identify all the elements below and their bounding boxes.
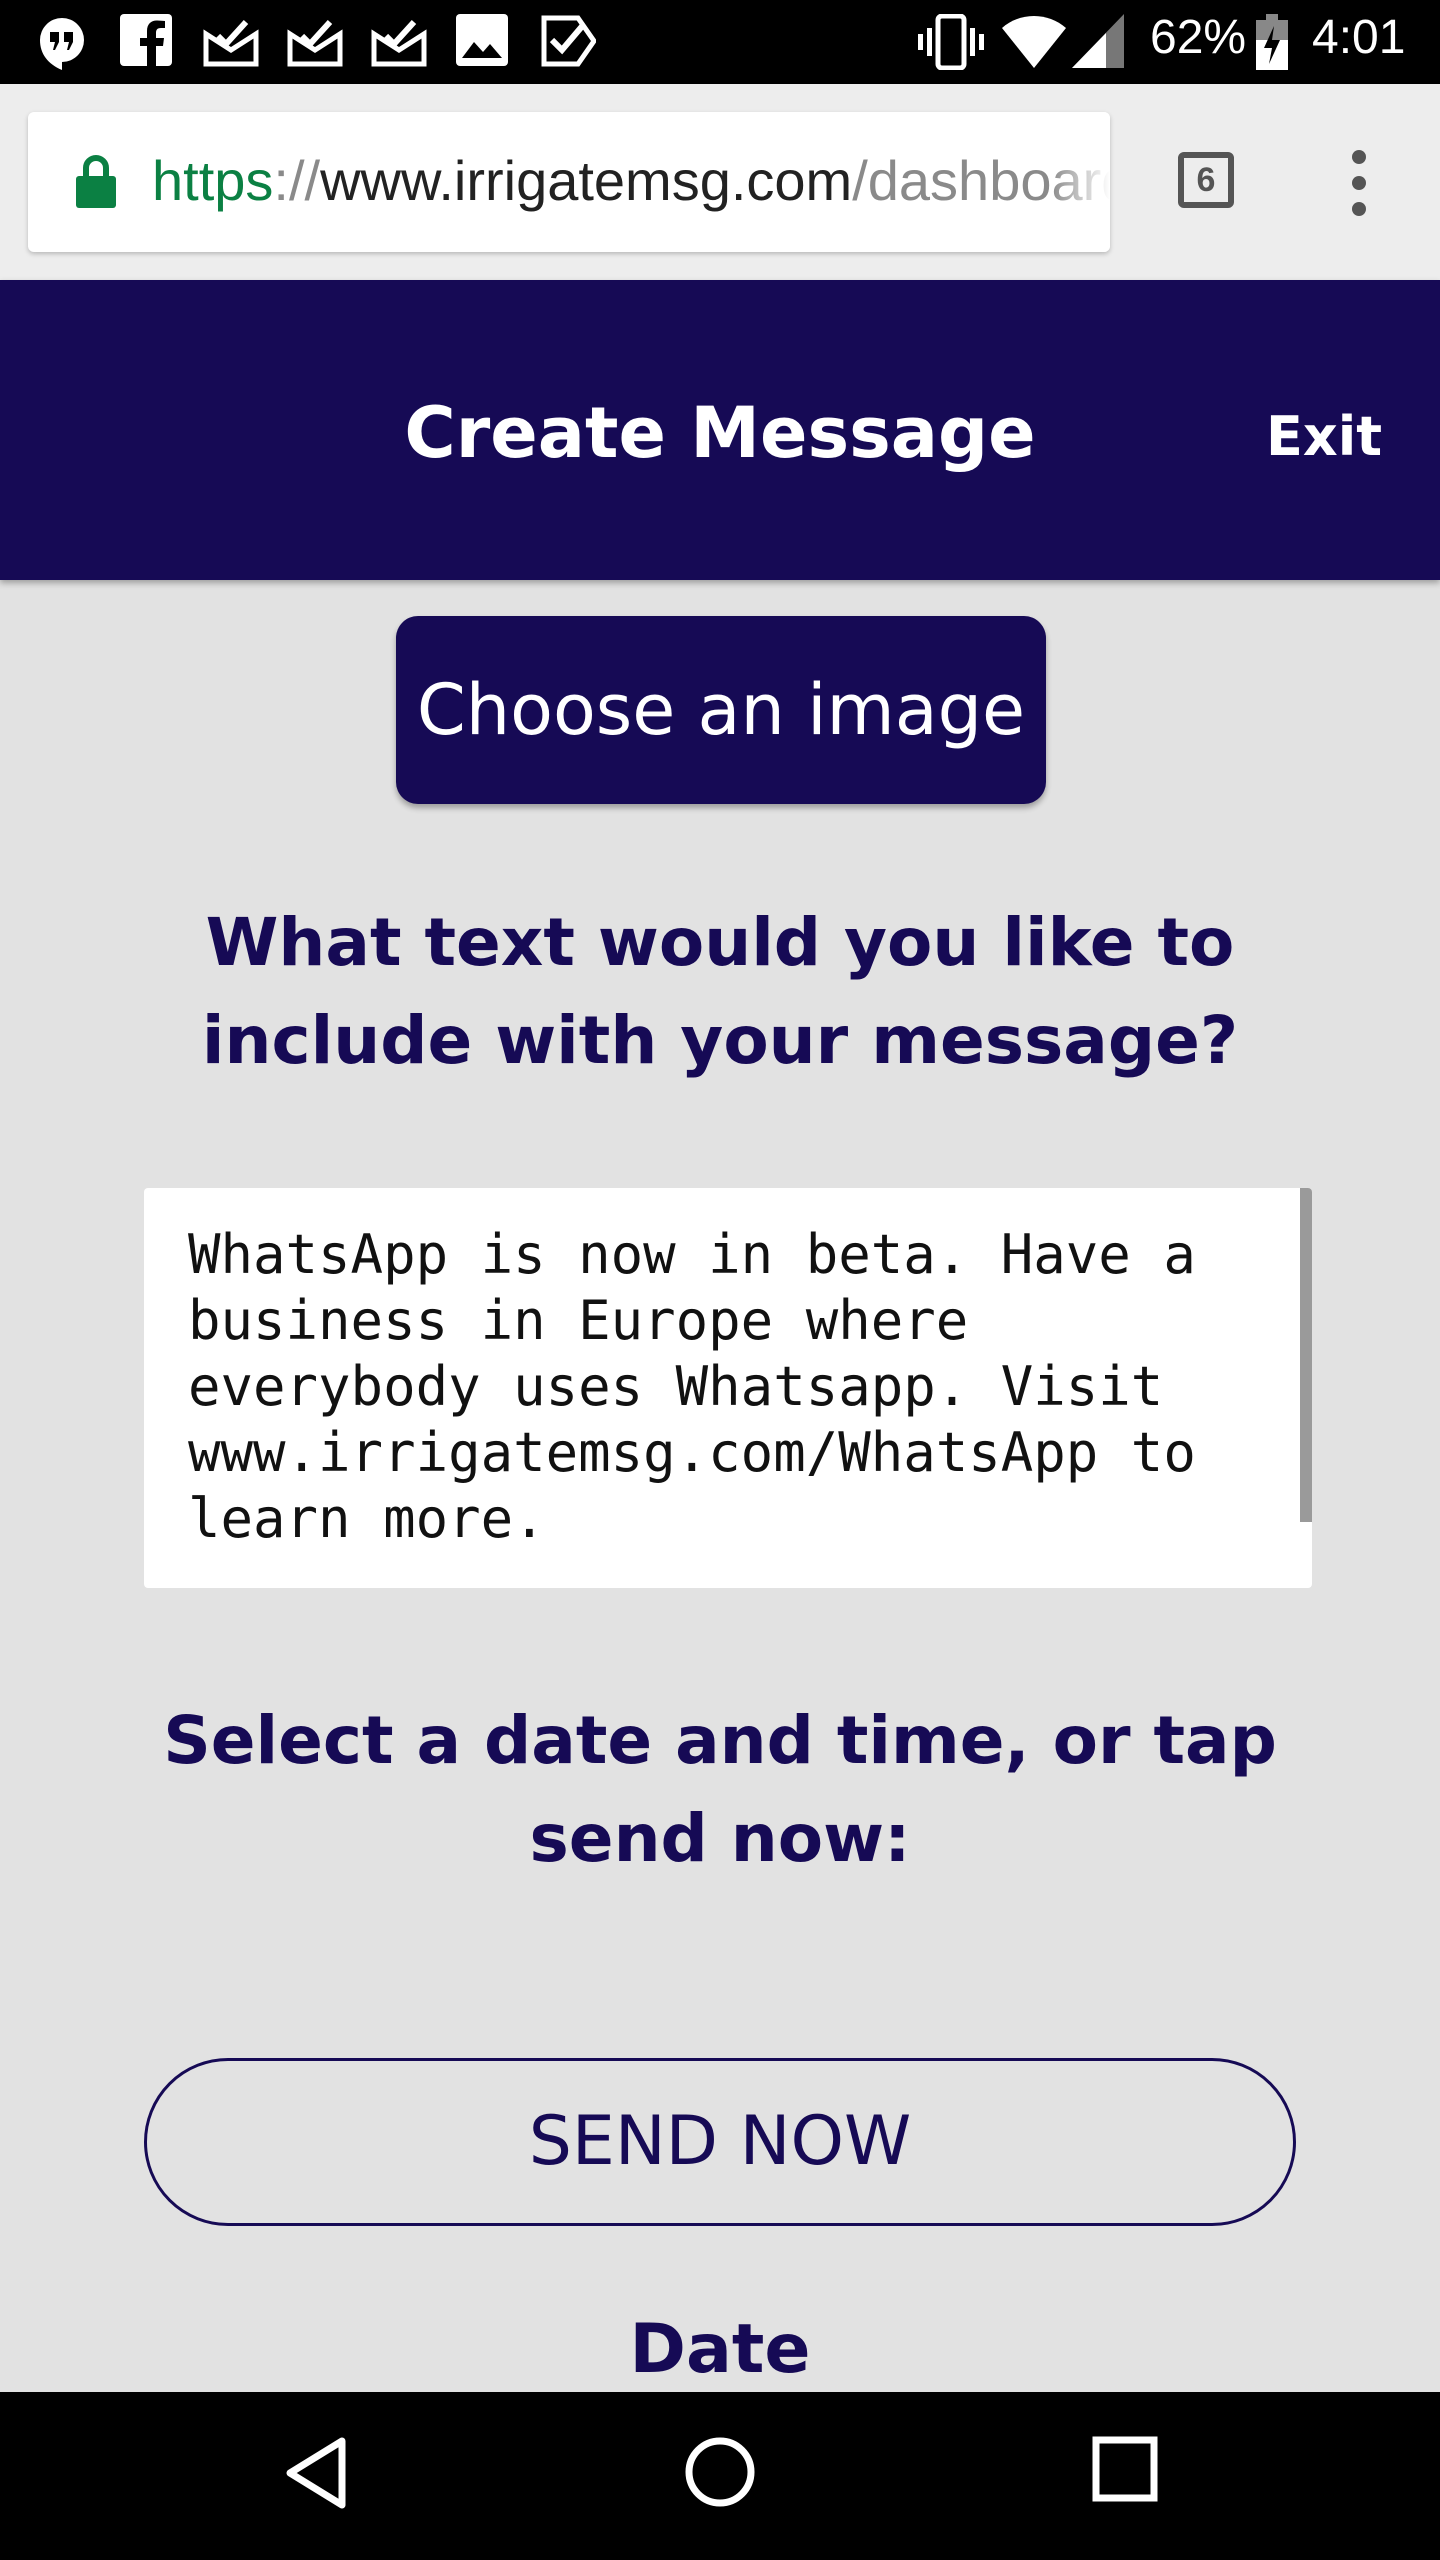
app-header: Create Message Exit bbox=[0, 280, 1440, 580]
message-textarea[interactable]: WhatsApp is now in beta. Have a business… bbox=[144, 1188, 1312, 1588]
status-bar: 62% 4:01 bbox=[0, 0, 1440, 84]
image-icon bbox=[456, 14, 508, 66]
url-bar[interactable]: https://www.irrigatemsg.com/dashboard bbox=[28, 112, 1110, 252]
browser-toolbar: https://www.irrigatemsg.com/dashboard 6 bbox=[0, 84, 1440, 280]
recents-icon[interactable] bbox=[1092, 2436, 1158, 2502]
battery-charging-icon bbox=[1256, 14, 1288, 70]
clock-time: 4:01 bbox=[1312, 11, 1406, 64]
textarea-scrollbar[interactable] bbox=[1300, 1188, 1312, 1522]
mail-check-icon-3 bbox=[371, 19, 427, 67]
url-separator: :// bbox=[273, 149, 321, 212]
tab-switcher-button[interactable]: 6 bbox=[1178, 152, 1234, 208]
datetime-prompt-heading: Select a date and time, or tap send now: bbox=[163, 1702, 1277, 1877]
wifi-icon bbox=[1002, 16, 1066, 68]
system-nav-bar bbox=[0, 2392, 1440, 2560]
url-fade bbox=[1050, 112, 1110, 252]
facebook-icon bbox=[120, 14, 172, 66]
mail-check-icon bbox=[203, 19, 259, 67]
battery-percent: 62% bbox=[1150, 11, 1247, 64]
hangouts-icon bbox=[40, 18, 84, 70]
signal-icon bbox=[1072, 14, 1124, 68]
back-icon[interactable] bbox=[284, 2436, 348, 2510]
lock-icon bbox=[76, 155, 116, 208]
date-label: Date bbox=[629, 2310, 811, 2389]
exit-button[interactable]: Exit bbox=[1266, 402, 1382, 472]
home-icon[interactable] bbox=[684, 2436, 756, 2508]
overflow-menu-icon[interactable] bbox=[1340, 150, 1380, 216]
url-text: https://www.irrigatemsg.com/dashboard bbox=[152, 146, 1110, 216]
url-host: www.irrigatemsg.com bbox=[320, 149, 853, 212]
vibrate-icon bbox=[918, 14, 984, 70]
page-title: Create Message bbox=[404, 392, 1036, 474]
check-tag-icon bbox=[541, 15, 596, 67]
choose-image-button[interactable]: Choose an image bbox=[396, 616, 1046, 804]
message-text: WhatsApp is now in beta. Have a business… bbox=[188, 1223, 1229, 1550]
send-now-button[interactable]: SEND NOW bbox=[144, 2058, 1296, 2226]
text-prompt-heading: What text would you like to include with… bbox=[201, 904, 1239, 1079]
url-scheme: https bbox=[152, 149, 274, 212]
mail-check-icon-2 bbox=[287, 19, 343, 67]
